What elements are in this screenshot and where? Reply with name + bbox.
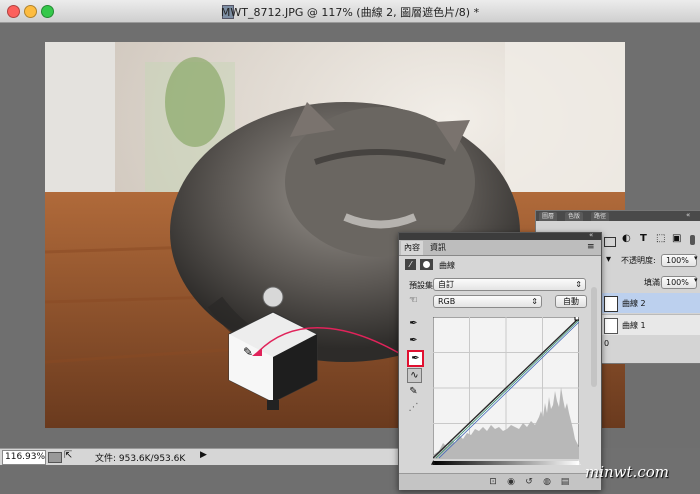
- properties-tabs: 內容 資訊 ≡: [399, 240, 601, 256]
- curves-graph[interactable]: [433, 317, 579, 459]
- preset-dropdown-icon: ⇕: [575, 280, 582, 289]
- panel-scrollbar[interactable]: [591, 287, 597, 387]
- blend-mode-arrow-icon[interactable]: ▾: [606, 254, 616, 265]
- zoom-level-field[interactable]: 116.93%: [2, 450, 46, 465]
- toggle-visibility-icon[interactable]: ◍: [541, 477, 553, 487]
- adjustment-filter-icon[interactable]: ◐: [622, 233, 631, 244]
- clip-to-layer-icon[interactable]: ⊡: [487, 477, 499, 487]
- auto-button[interactable]: 自動: [555, 295, 587, 308]
- tab-properties[interactable]: 內容: [401, 241, 423, 255]
- pencil-draw-curve-icon[interactable]: ✎: [407, 385, 420, 398]
- opacity-label: 不透明度:: [621, 256, 656, 265]
- layer-mask-thumbnail[interactable]: [604, 318, 618, 334]
- curve-endpoint-white[interactable]: [574, 317, 579, 321]
- fill-label: 填滿:: [644, 278, 663, 287]
- pixel-filter-icon[interactable]: [604, 237, 616, 247]
- layer-mask-thumbnail[interactable]: [604, 296, 618, 312]
- layers-panel-tabs: 圖層 色版 路徑 «: [536, 211, 700, 221]
- input-gradient-bar: [433, 461, 579, 465]
- adjustment-title: 曲線: [439, 261, 455, 270]
- panel-collapse-icon[interactable]: «: [589, 231, 593, 239]
- panel-collapse-icon[interactable]: «: [686, 211, 690, 219]
- workspace-background: [0, 465, 400, 494]
- trash-icon[interactable]: ▤: [559, 477, 571, 487]
- status-menu-arrow-icon[interactable]: ▶: [200, 450, 207, 460]
- tab-paths[interactable]: 路徑: [591, 212, 610, 221]
- filter-toggle-icon[interactable]: [690, 235, 695, 245]
- opacity-field[interactable]: 100%: [661, 254, 697, 267]
- preset-select-value: 自訂: [438, 280, 454, 289]
- channel-select-value: RGB: [438, 297, 456, 306]
- share-icon[interactable]: ⇱: [64, 450, 72, 461]
- tab-info[interactable]: 資訊: [427, 241, 449, 255]
- tab-channels[interactable]: 色版: [565, 212, 584, 221]
- eyedropper-cursor-icon: ✎: [243, 345, 253, 359]
- smooth-curve-icon[interactable]: ⋰: [407, 401, 420, 414]
- status-bar: 116.93% ⇱ 文件: 953.6K/953.6K ▶: [0, 448, 400, 465]
- reset-adjustment-icon[interactable]: ↺: [523, 477, 535, 487]
- black-point-eyedropper-icon[interactable]: ✒: [407, 317, 420, 330]
- point-edit-curve-icon[interactable]: ∿: [407, 368, 422, 383]
- channel-dropdown-icon: ⇕: [531, 297, 538, 306]
- curves-adjustment-icon: ⁄: [405, 259, 416, 270]
- gray-point-eyedropper-icon[interactable]: ✒: [407, 334, 420, 347]
- targeted-adjustment-hand-icon[interactable]: ☜: [407, 294, 420, 307]
- properties-panel: « 內容 資訊 ≡ ⁄ 曲線 預設集: 自訂 ⇕ ☜ RGB ⇕ 自動 ✒ ✒ …: [398, 231, 602, 490]
- white-point-eyedropper-icon[interactable]: ✒: [407, 350, 424, 367]
- opacity-dropdown-icon[interactable]: ▾: [694, 254, 698, 262]
- properties-footer: ⊡ ◉ ↺ ◍ ▤: [399, 473, 601, 490]
- layer-name: 曲線 2: [622, 299, 646, 308]
- preset-select[interactable]: 自訂 ⇕: [433, 278, 586, 291]
- preset-label: 預設集:: [409, 281, 436, 290]
- watermark: minwt.com: [585, 463, 669, 481]
- fill-field[interactable]: 100%: [661, 276, 697, 289]
- layer-row-background[interactable]: 0: [604, 339, 609, 348]
- view-previous-state-icon[interactable]: ◉: [505, 477, 517, 487]
- panel-drag-strip[interactable]: «: [399, 231, 601, 240]
- panel-menu-icon[interactable]: ≡: [587, 242, 595, 252]
- layer-name: 曲線 1: [622, 321, 646, 330]
- mask-icon[interactable]: [420, 259, 433, 270]
- black-point-slider-icon[interactable]: ▲: [431, 459, 436, 466]
- white-point-slider-icon[interactable]: △: [576, 459, 581, 466]
- status-toggle-icon[interactable]: [48, 452, 62, 463]
- type-filter-icon[interactable]: T: [640, 233, 647, 244]
- layer-row-curves-2[interactable]: 曲線 2: [600, 293, 700, 313]
- smart-object-filter-icon[interactable]: ▣: [672, 233, 681, 244]
- layer-row-curves-1[interactable]: 曲線 1: [600, 314, 700, 335]
- channel-select[interactable]: RGB ⇕: [433, 295, 542, 308]
- shape-filter-icon[interactable]: ⬚: [656, 233, 665, 244]
- tab-layers[interactable]: 圖層: [539, 212, 558, 221]
- fill-dropdown-icon[interactable]: ▾: [694, 276, 698, 284]
- document-size-info: 文件: 953.6K/953.6K: [95, 454, 186, 464]
